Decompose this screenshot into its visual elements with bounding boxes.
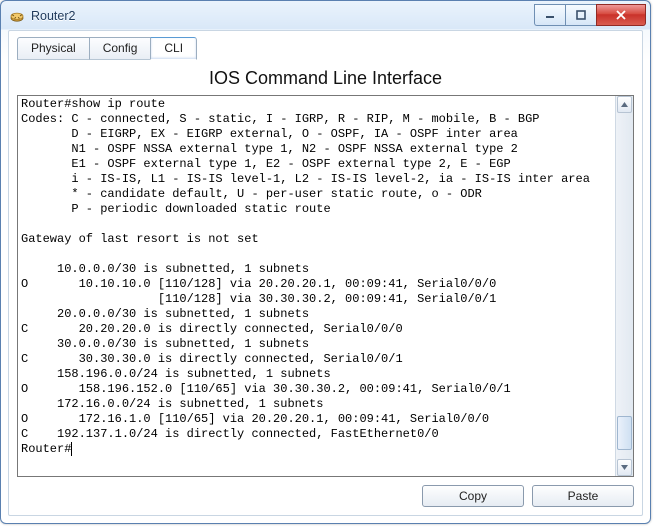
titlebar[interactable]: Router2 (1, 1, 650, 30)
button-row: Copy Paste (17, 485, 634, 507)
pane-title: IOS Command Line Interface (17, 68, 634, 89)
router-icon (9, 8, 25, 24)
tab-bar: Physical Config CLI (17, 37, 634, 60)
cli-cursor: ​ (71, 442, 72, 456)
terminal-container: Router#show ip route Codes: C - connecte… (17, 95, 634, 477)
scroll-up-button[interactable] (617, 96, 632, 113)
app-window: Router2 Physical Config CLI IOS Command … (0, 0, 651, 524)
client-area: Physical Config CLI IOS Command Line Int… (8, 30, 643, 516)
window-title: Router2 (31, 9, 534, 23)
close-button[interactable] (596, 4, 646, 26)
copy-button[interactable]: Copy (422, 485, 524, 507)
scroll-down-button[interactable] (617, 459, 632, 476)
tab-config[interactable]: Config (89, 37, 152, 60)
cli-terminal[interactable]: Router#show ip route Codes: C - connecte… (18, 96, 615, 476)
tab-cli[interactable]: CLI (150, 37, 197, 60)
minimize-button[interactable] (534, 4, 565, 26)
window-controls (534, 4, 646, 26)
tab-physical[interactable]: Physical (17, 37, 90, 60)
maximize-button[interactable] (565, 4, 596, 26)
scroll-thumb[interactable] (617, 416, 632, 450)
scrollbar-vertical[interactable] (615, 96, 633, 476)
paste-button[interactable]: Paste (532, 485, 634, 507)
